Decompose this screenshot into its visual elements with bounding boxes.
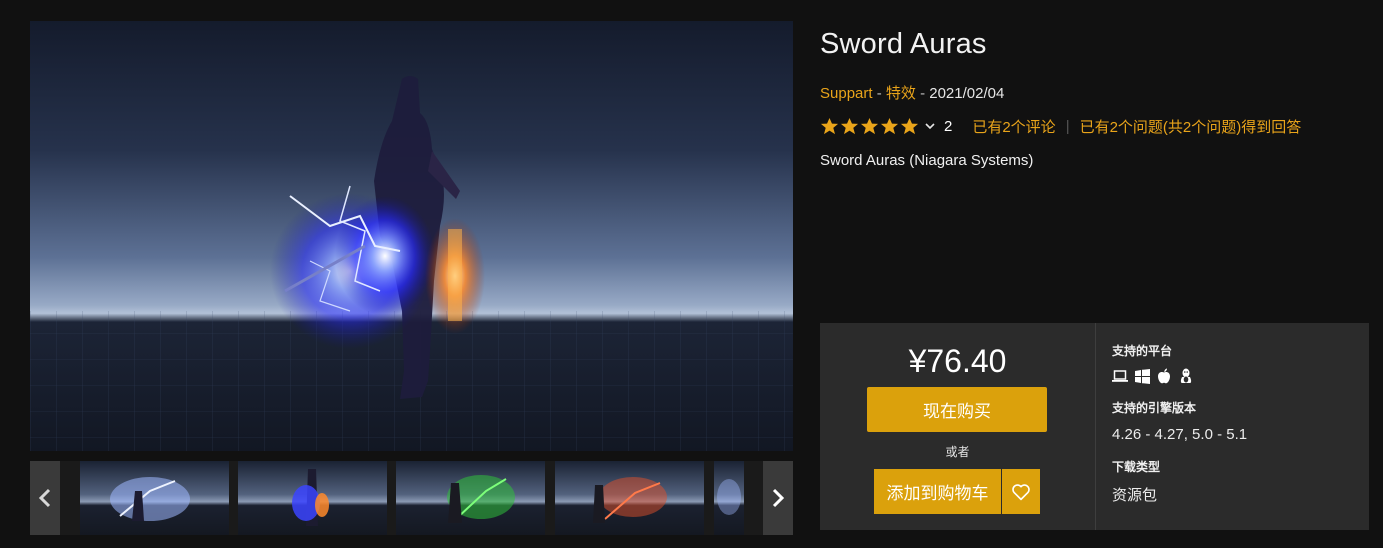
gallery-prev-button[interactable] — [30, 461, 60, 535]
apple-icon — [1156, 368, 1172, 384]
chevron-right-icon — [772, 488, 785, 508]
laptop-icon — [1112, 368, 1128, 384]
thumbnail-4-scene — [593, 477, 667, 523]
thumbnail-5[interactable] — [714, 461, 744, 535]
linux-icon — [1178, 368, 1194, 384]
thumbnail-2[interactable] — [238, 461, 387, 535]
engine-versions: 4.26 - 4.27, 5.0 - 5.1 — [1112, 426, 1248, 443]
download-type-label: 下载类型 — [1112, 460, 1161, 474]
panel-divider — [1095, 323, 1096, 530]
chevron-down-icon[interactable] — [924, 121, 936, 131]
chevron-left-icon — [38, 488, 51, 508]
rating-row: 2 已有2个评论 | 已有2个问题(共2个问题)得到回答 — [820, 116, 1301, 136]
rating-count: 2 — [944, 117, 953, 135]
thumbnail-3[interactable] — [396, 461, 545, 535]
category-link[interactable]: 特效 — [886, 85, 916, 102]
or-label: 或者 — [945, 445, 970, 459]
thumbnail-3-scene — [447, 475, 515, 523]
meta-separator: - — [872, 85, 886, 102]
star-icon — [880, 117, 899, 134]
questions-link[interactable]: 已有2个问题(共2个问题)得到回答 — [1080, 116, 1302, 137]
reviews-link[interactable]: 已有2个评论 — [972, 116, 1055, 137]
meta-separator: - — [915, 85, 930, 102]
product-subtitle: Sword Auras (Niagara Systems) — [820, 152, 1034, 169]
star-icon — [820, 117, 839, 134]
seller-link[interactable]: Suppart — [820, 85, 873, 102]
windows-icon — [1134, 368, 1150, 384]
thumbnail-4[interactable] — [555, 461, 704, 535]
gallery-next-button[interactable] — [763, 461, 793, 535]
platform-icons — [1112, 368, 1194, 384]
heart-icon — [1012, 483, 1030, 500]
star-rating[interactable] — [820, 117, 919, 136]
product-meta: Suppart - 特效 - 2021/02/04 — [820, 82, 1004, 103]
thumbnail-2-scene — [292, 469, 329, 526]
star-icon — [860, 117, 879, 134]
star-icon — [900, 117, 919, 134]
price: ¥76.40 — [908, 343, 1007, 379]
buy-now-button[interactable]: 现在购买 — [867, 387, 1047, 432]
star-icon — [840, 117, 859, 134]
engine-version-label: 支持的引擎版本 — [1112, 401, 1197, 415]
wishlist-button[interactable] — [1002, 469, 1040, 514]
download-type: 资源包 — [1112, 487, 1158, 504]
add-to-cart-button[interactable]: 添加到购物车 — [874, 469, 1001, 514]
hero-image[interactable] — [30, 21, 793, 451]
thumbnail-5-scene — [717, 479, 741, 515]
thumbnail-1[interactable] — [80, 461, 229, 535]
release-date: 2021/02/04 — [929, 85, 1005, 102]
thumbnail-strip — [30, 461, 793, 535]
rating-divider: | — [1065, 117, 1070, 135]
purchase-panel: ¥76.40 现在购买 或者 添加到购物车 支持的平台 支持的引擎版本 4.26… — [820, 323, 1369, 530]
purchase-actions: ¥76.40 现在购买 或者 添加到购物车 — [820, 323, 1095, 530]
product-title: Sword Auras — [820, 28, 987, 60]
hero-scene — [30, 76, 793, 451]
thumbnail-1-scene — [110, 477, 190, 521]
platforms-label: 支持的平台 — [1112, 344, 1173, 358]
